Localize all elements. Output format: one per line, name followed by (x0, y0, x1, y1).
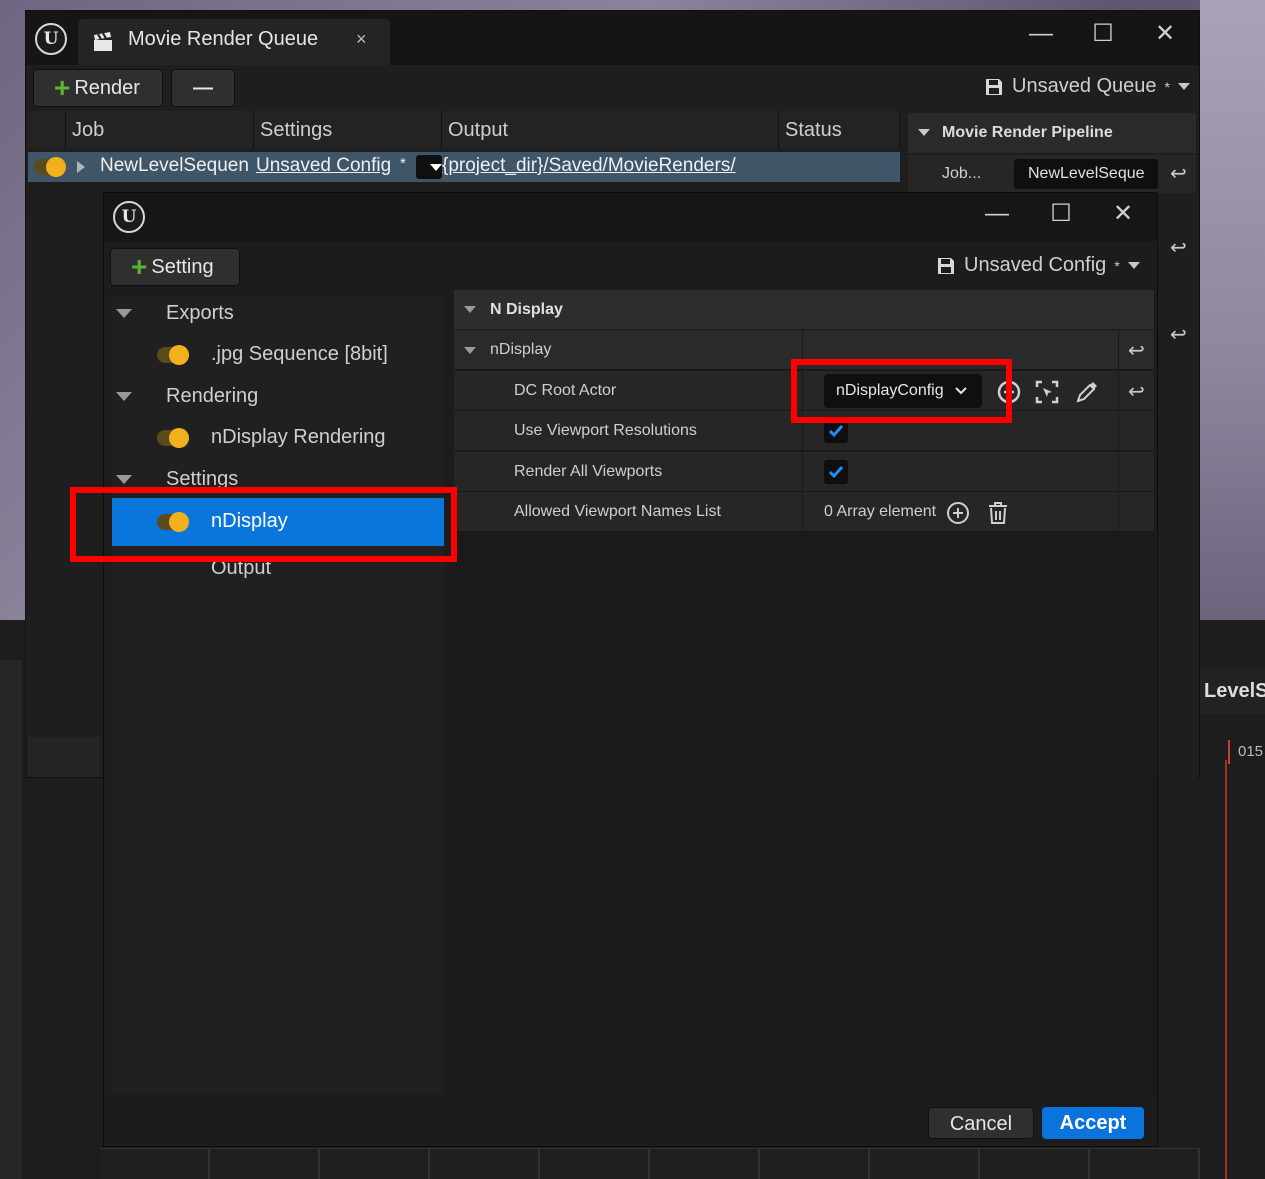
render-config-dialog: U — ☐ ✕ + Setting Unsaved Config * Expor… (103, 192, 1158, 1147)
collapse-arrow-icon (918, 129, 930, 136)
plus-icon: + (131, 251, 148, 282)
property-label: Render All Viewports (514, 463, 663, 480)
highlight-box-ndisplay-setting (70, 487, 457, 562)
collapse-arrow-icon (464, 306, 476, 313)
minimize-button[interactable]: — (1019, 19, 1063, 49)
revert-icon[interactable]: ↩ (1170, 322, 1187, 347)
settings-tree (111, 296, 444, 1094)
revert-icon[interactable]: ↩ (1128, 338, 1145, 363)
maximize-button[interactable]: ☐ (1039, 199, 1083, 229)
save-icon (938, 257, 954, 274)
subsection-title: nDisplay (490, 341, 552, 358)
add-element-icon[interactable] (946, 501, 970, 525)
chevron-down-icon (1127, 262, 1140, 269)
browse-to-actor-icon[interactable] (1034, 379, 1060, 405)
property-row-allowed-viewport-names: Allowed Viewport Names List 0 Array elem… (454, 492, 1154, 532)
tree-category-exports[interactable]: Exports (166, 302, 234, 325)
cancel-button[interactable]: Cancel (928, 1107, 1034, 1139)
collapse-arrow-icon (464, 347, 476, 354)
render-label: Render (74, 76, 140, 99)
dirty-marker: * (1164, 78, 1170, 95)
job-name: NewLevelSequen (100, 155, 249, 176)
playhead-line (1225, 760, 1227, 1179)
accept-button[interactable]: Accept (1042, 1107, 1144, 1139)
collapse-arrow-icon[interactable] (116, 392, 132, 401)
plus-icon: + (54, 72, 71, 103)
frame-readout: 015 (1228, 740, 1265, 764)
array-element-count: 0 Array element (824, 503, 937, 520)
property-row-render-all-viewports: Render All Viewports (454, 452, 1154, 492)
revert-icon[interactable]: ↩ (1170, 161, 1187, 186)
checkmark-icon (828, 425, 844, 438)
job-settings-dirty: * (400, 155, 406, 172)
highlight-box-dc-root-actor (791, 359, 1012, 423)
config-preset-label: Unsaved Config (964, 254, 1107, 276)
minimize-button[interactable]: — (975, 199, 1019, 229)
editor-left-strip (0, 660, 22, 1179)
column-toggle-header (28, 111, 66, 149)
tree-category-rendering[interactable]: Rendering (166, 385, 258, 408)
revert-icon[interactable]: ↩ (1128, 379, 1145, 404)
config-preset-dropdown[interactable]: Unsaved Config * (936, 254, 1140, 277)
job-enable-toggle[interactable] (34, 157, 66, 177)
remove-job-button[interactable]: — (171, 69, 235, 107)
queue-preset-label: Unsaved Queue (1012, 75, 1157, 97)
revert-icon[interactable]: ↩ (1170, 235, 1187, 260)
job-settings-link[interactable]: Unsaved Config (256, 155, 391, 177)
trash-icon[interactable] (986, 500, 1010, 526)
property-label: DC Root Actor (514, 382, 617, 399)
close-button[interactable]: ✕ (1143, 19, 1187, 49)
pipeline-section-header[interactable]: Movie Render Pipeline (908, 113, 1196, 153)
queue-preset-dropdown[interactable]: Unsaved Queue * (984, 75, 1190, 98)
property-label: Allowed Viewport Names List (514, 503, 721, 520)
queue-footer-panel (28, 737, 100, 777)
collapse-arrow-icon[interactable] (116, 475, 132, 484)
dirty-marker: * (1114, 257, 1120, 274)
collapse-arrow-icon[interactable] (116, 309, 132, 318)
chevron-down-icon (1178, 83, 1190, 90)
tab-title: Movie Render Queue (128, 28, 319, 50)
clapperboard-icon (94, 32, 112, 51)
checkmark-icon (828, 466, 844, 479)
chevron-down-icon (430, 164, 442, 171)
column-header-job[interactable]: Job (66, 111, 254, 149)
add-setting-button[interactable]: + Setting (110, 248, 240, 286)
tab-close-icon[interactable]: × (356, 29, 367, 50)
setting-enable-toggle[interactable] (157, 428, 189, 448)
pipeline-section-title: Movie Render Pipeline (942, 124, 1113, 141)
eyedropper-icon[interactable] (1074, 379, 1100, 405)
column-header-output[interactable]: Output (442, 111, 779, 149)
column-header-status[interactable]: Status (779, 111, 900, 149)
section-title: N Display (490, 301, 563, 318)
save-icon (986, 78, 1002, 95)
timeline-track (100, 1148, 1200, 1179)
column-header-settings[interactable]: Settings (254, 111, 442, 149)
tab-movie-render-queue[interactable]: Movie Render Queue × (78, 19, 390, 65)
render-all-viewports-checkbox[interactable] (824, 460, 848, 484)
expand-arrow-icon[interactable] (76, 160, 86, 174)
unreal-logo-icon: U (113, 201, 145, 233)
close-button[interactable]: ✕ (1101, 199, 1145, 229)
tree-item-ndisplay-rendering[interactable]: nDisplay Rendering (211, 426, 386, 449)
sequencer-title: LevelSe (1200, 668, 1265, 714)
render-button[interactable]: + Render (33, 69, 163, 107)
unreal-logo-icon: U (35, 23, 67, 55)
dialog-titlebar: U — ☐ ✕ (104, 193, 1157, 241)
pipeline-job-row: Job... NewLevelSeque ↩ (908, 155, 1196, 193)
viewport-background (1200, 0, 1265, 620)
section-header-n-display[interactable]: N Display (454, 290, 1154, 329)
maximize-button[interactable]: ☐ (1081, 19, 1125, 49)
setting-enable-toggle[interactable] (157, 345, 189, 365)
add-setting-label: Setting (151, 255, 214, 278)
job-output-link[interactable]: {project_dir}/Saved/MovieRenders/ (442, 155, 736, 177)
queue-titlebar: U Movie Render Queue × — ☐ ✕ (26, 11, 1199, 65)
job-property-label: Job... (942, 165, 982, 182)
tree-item-jpg-sequence[interactable]: .jpg Sequence [8bit] (211, 343, 388, 366)
settings-dropdown-button[interactable] (416, 155, 442, 179)
job-name-field[interactable]: NewLevelSeque (1014, 159, 1158, 189)
job-row[interactable]: NewLevelSequen Unsaved Config * {project… (28, 152, 900, 182)
property-label: Use Viewport Resolutions (514, 422, 697, 439)
